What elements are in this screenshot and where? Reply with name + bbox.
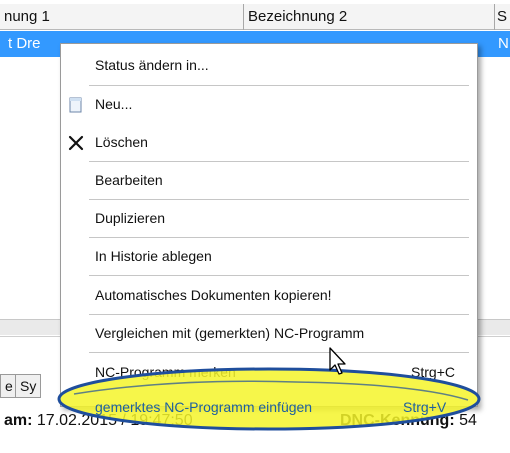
menu-item-vergleichen[interactable]: Vergleichen mit (gemerkten) NC-Programm [61, 315, 477, 352]
menu-item-label: Neu... [95, 96, 133, 112]
menu-item-shortcut: Strg+V [403, 399, 447, 415]
menu-item-nc-programm-einfuegen[interactable]: gemerktes NC-Programm einfügen Strg+V [60, 389, 478, 423]
info-date-label: am: [4, 412, 33, 429]
column-header-3[interactable]: S [495, 4, 507, 30]
menu-item-label: Automatisches Dokumenten kopieren! [95, 287, 332, 303]
menu-item-neu[interactable]: Neu... [61, 86, 477, 123]
menu-item-label: Vergleichen mit (gemerkten) NC-Programm [95, 325, 365, 341]
menu-item-label: gemerktes NC-Programm einfügen [95, 399, 313, 415]
menu-item-loeschen[interactable]: Löschen [61, 124, 477, 161]
menu-item-historie-ablegen[interactable]: In Historie ablegen [61, 238, 477, 275]
menu-item-bearbeiten[interactable]: Bearbeiten [61, 162, 477, 199]
context-menu: Status ändern in... Neu... Löschen Bearb… [60, 43, 478, 407]
column-header-2[interactable]: Bezeichnung 2 [244, 4, 347, 30]
grid-header: nung 1 Bezeichnung 2 S [0, 4, 510, 30]
menu-item-label: Bearbeiten [95, 172, 163, 188]
menu-item-label: In Historie ablegen [95, 248, 212, 264]
tab-partial-2[interactable]: Sy [15, 374, 42, 398]
new-document-icon [67, 96, 85, 114]
row-cell-1: t Dre [8, 35, 41, 52]
menu-item-dokumente-kopieren[interactable]: Automatisches Dokumenten kopieren! [61, 277, 477, 314]
menu-item-label: Status ändern in... [95, 57, 209, 73]
row-cell-3: N [498, 35, 509, 52]
menu-item-duplizieren[interactable]: Duplizieren [61, 200, 477, 237]
column-header-1[interactable]: nung 1 [0, 4, 50, 30]
menu-separator [89, 352, 469, 353]
mouse-cursor-icon [328, 346, 350, 378]
menu-separator [89, 275, 469, 276]
menu-item-status-aendern[interactable]: Status ändern in... [61, 47, 477, 84]
menu-item-label: Löschen [95, 134, 148, 150]
delete-x-icon [67, 134, 85, 152]
menu-item-label: Duplizieren [95, 210, 166, 226]
